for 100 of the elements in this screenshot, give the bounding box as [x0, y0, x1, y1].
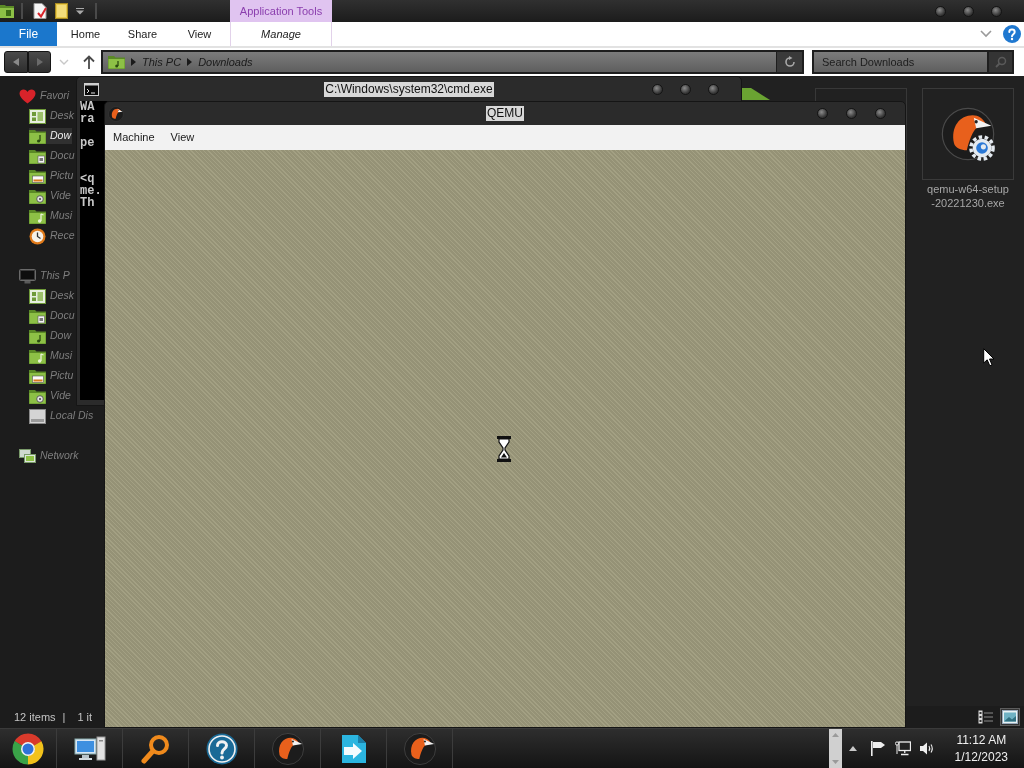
- speaker-icon[interactable]: [919, 741, 935, 756]
- console-text: me.: [80, 185, 102, 197]
- document-check-icon[interactable]: [33, 3, 47, 19]
- sidebar-item[interactable]: Docu: [29, 148, 76, 164]
- console-text: ra: [80, 113, 95, 125]
- network-icon[interactable]: [894, 741, 911, 756]
- refresh-icon: [783, 56, 796, 68]
- forward-button[interactable]: [28, 51, 51, 73]
- round-window-button[interactable]: [846, 108, 857, 119]
- sidebar-item[interactable]: Rece: [29, 227, 76, 245]
- address-bar[interactable]: This PC Downloads: [101, 50, 804, 74]
- context-tab-header: Application Tools: [230, 0, 332, 22]
- document-folder-icon: [29, 148, 46, 164]
- sidebar-item[interactable]: Musi: [29, 348, 74, 364]
- search-button[interactable]: [987, 50, 1014, 74]
- desktop-icon: [29, 288, 46, 304]
- item-count: 12 items: [14, 709, 56, 725]
- console-text: <q: [80, 173, 95, 185]
- sidebar-item[interactable]: Docu: [29, 308, 76, 324]
- caret-down-icon[interactable]: [75, 7, 85, 15]
- round-window-button[interactable]: [963, 5, 974, 17]
- help-icon[interactable]: [1003, 25, 1021, 43]
- sidebar-item[interactable]: Pictu: [29, 168, 75, 184]
- round-window-button[interactable]: [991, 5, 1002, 17]
- clock-date[interactable]: 1/12/2023: [954, 748, 1008, 766]
- chevron-down-icon[interactable]: [980, 30, 992, 38]
- sidebar-item[interactable]: Favori: [19, 88, 71, 104]
- document-folder-icon: [29, 308, 46, 324]
- heart-icon: [19, 88, 36, 104]
- sidebar-item[interactable]: Desk: [29, 108, 75, 124]
- sidebar-item[interactable]: Network: [19, 448, 80, 464]
- flag-icon[interactable]: [870, 741, 886, 756]
- round-window-button[interactable]: [817, 108, 828, 119]
- caret-up-icon: [831, 733, 839, 737]
- sidebar-item[interactable]: Vide: [29, 388, 72, 404]
- clock-time[interactable]: 11:12 AM: [956, 731, 1007, 749]
- folder-icon[interactable]: [0, 4, 14, 18]
- folder-icon: [29, 328, 46, 344]
- monitor-icon: [19, 268, 36, 284]
- view-button[interactable]: [1000, 708, 1020, 726]
- file-tile[interactable]: [922, 88, 1014, 180]
- ribbon-tab[interactable]: View: [171, 22, 228, 46]
- network-icon: [19, 448, 36, 464]
- refresh-button[interactable]: [776, 52, 802, 72]
- menu-item[interactable]: Machine: [113, 129, 155, 146]
- magnifier-icon: [139, 732, 172, 765]
- caret-down-icon: [831, 760, 839, 764]
- back-button[interactable]: [4, 51, 28, 73]
- chevron-right-icon[interactable]: [187, 58, 193, 66]
- folder-icon: [108, 55, 125, 69]
- breadcrumb[interactable]: This PC: [142, 53, 182, 71]
- bird-gear-icon: [940, 106, 996, 162]
- sidebar-item[interactable]: This P: [19, 268, 71, 284]
- console-icon: [84, 82, 99, 96]
- video-folder-icon: [29, 388, 46, 404]
- status-separator: |: [62, 709, 66, 725]
- taskbar-scroll-control[interactable]: [828, 729, 842, 768]
- round-window-button[interactable]: [708, 83, 719, 95]
- round-window-button[interactable]: [652, 83, 663, 95]
- arrow-up-icon[interactable]: [83, 55, 95, 69]
- ribbon-tab[interactable]: Home: [57, 22, 114, 46]
- view-button[interactable]: [976, 708, 996, 726]
- round-window-button[interactable]: [680, 83, 691, 95]
- search-icon: [994, 56, 1007, 68]
- round-window-button[interactable]: [875, 108, 886, 119]
- window-title: QEMU: [486, 106, 524, 121]
- music-folder-icon: [29, 208, 46, 224]
- hourglass-icon: [497, 436, 511, 462]
- triangle-left-icon: [13, 58, 19, 66]
- mouse-pointer-icon: [983, 348, 995, 367]
- sidebar-item[interactable]: Musi: [29, 208, 74, 224]
- picture-view-icon: [1002, 710, 1018, 724]
- ring-logo-icon: [12, 732, 44, 765]
- picture-folder-icon: [29, 168, 46, 184]
- console-text: Th: [80, 197, 95, 209]
- ribbon-tab[interactable]: File: [0, 22, 57, 46]
- sidebar-item[interactable]: Dow: [29, 328, 72, 344]
- search-field[interactable]: Search Downloads: [812, 50, 987, 74]
- list-view-icon: [978, 710, 994, 724]
- sidebar-item[interactable]: Pictu: [29, 368, 75, 384]
- drive-icon: [29, 408, 46, 424]
- console-text: pe: [80, 137, 95, 149]
- window-title: C:\Windows\system32\cmd.exe: [324, 81, 494, 97]
- bird-logo-icon: [402, 731, 437, 766]
- music-folder-icon: [29, 348, 46, 364]
- sidebar-item[interactable]: Dow: [29, 128, 72, 144]
- round-window-button[interactable]: [935, 5, 946, 17]
- ribbon-tab[interactable]: Share: [114, 22, 171, 46]
- desktop-icon: [29, 108, 46, 124]
- breadcrumb[interactable]: Downloads: [198, 53, 253, 71]
- chevron-right-icon[interactable]: [131, 58, 136, 66]
- sidebar-item[interactable]: Desk: [29, 288, 75, 304]
- sidebar-item[interactable]: Local Dis: [29, 408, 95, 424]
- folder-icon: [29, 128, 46, 144]
- sidebar-item[interactable]: Vide: [29, 188, 72, 204]
- bird-logo-icon: [270, 731, 305, 766]
- triangle-right-icon: [36, 58, 43, 66]
- video-folder-icon: [29, 188, 46, 204]
- ribbon-tab[interactable]: Manage: [230, 22, 332, 46]
- menu-item[interactable]: View: [170, 129, 195, 146]
